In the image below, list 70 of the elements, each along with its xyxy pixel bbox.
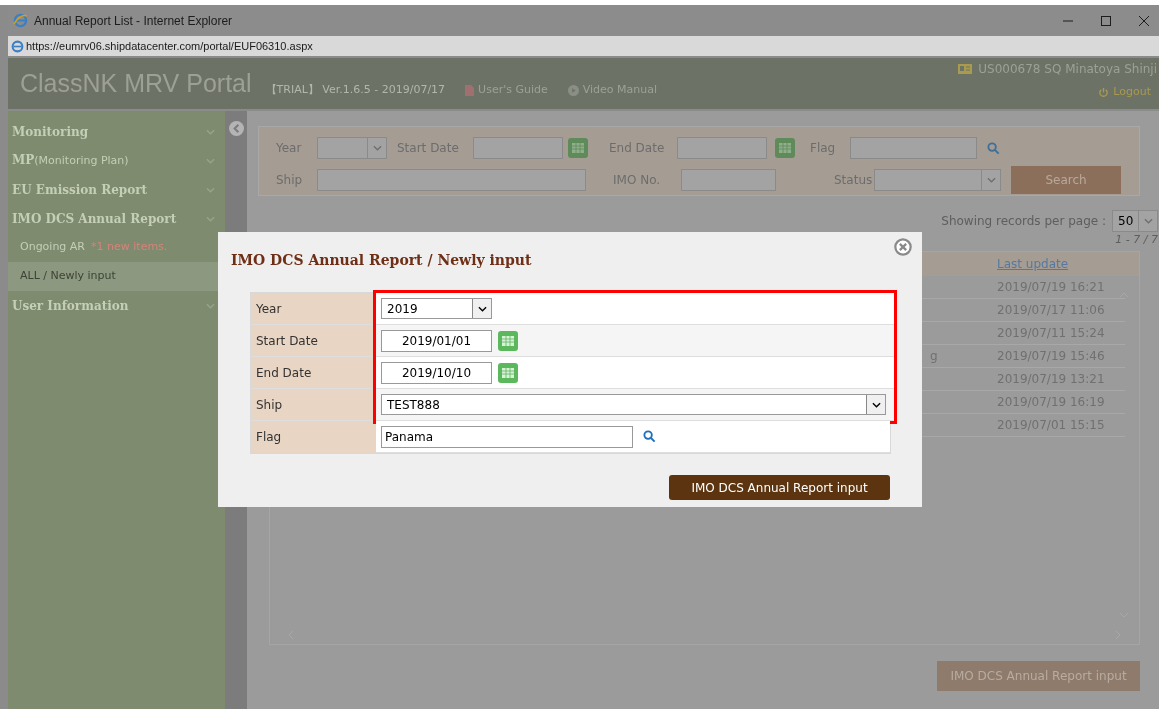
select-value: 50 xyxy=(1117,213,1134,230)
input-field[interactable] xyxy=(850,137,977,159)
document-icon xyxy=(465,85,475,96)
field-label: Year xyxy=(251,293,376,325)
chevron-down-icon xyxy=(477,305,487,312)
chevron-down-icon xyxy=(206,186,215,193)
sidebar-section[interactable]: MP(Monitoring Plan) xyxy=(8,146,225,175)
record-range: 1 - 7 / 7 xyxy=(1115,232,1158,248)
field-label: Start Date xyxy=(397,140,460,157)
window-title: Annual Report List - Internet Explorer xyxy=(34,12,233,30)
field-label: Flag xyxy=(251,421,376,453)
sidebar-section[interactable]: IMO DCS Annual Report xyxy=(8,204,225,233)
calendar-icon[interactable] xyxy=(498,330,518,351)
chevron-down-icon xyxy=(206,215,215,222)
field-label: End Date xyxy=(251,357,376,389)
sidebar-section[interactable]: EU Emission Report xyxy=(8,175,225,204)
input-field[interactable] xyxy=(473,137,563,159)
chevron-down-icon xyxy=(206,128,215,135)
chevron-down-icon xyxy=(206,157,215,164)
id-card-icon xyxy=(958,64,973,74)
input-field[interactable] xyxy=(681,169,776,191)
last-update-header[interactable]: Last update xyxy=(997,254,1069,273)
browser-icon xyxy=(11,39,24,53)
chevron-down-icon xyxy=(871,401,881,408)
version-text: 【TRIAL】 Ver.1.6.5 - 2019/07/17 xyxy=(265,82,446,99)
input-field[interactable] xyxy=(677,137,767,159)
dialog-title: IMO DCS Annual Report / Newly input xyxy=(231,251,532,270)
address-bar[interactable]: https://eumrv06.shipdatacenter.com/portal/EUF06310.aspx xyxy=(8,36,1159,56)
search-icon[interactable] xyxy=(643,430,656,443)
field-label: Year xyxy=(276,140,303,157)
field-label: Ship xyxy=(276,172,304,189)
power-icon xyxy=(1098,86,1110,98)
sidebar-section[interactable]: User Information xyxy=(8,291,225,320)
report-input-button[interactable]: IMO DCS Annual Report input xyxy=(669,475,890,500)
flag-field[interactable]: Panama xyxy=(381,425,633,448)
close-icon[interactable] xyxy=(894,238,912,256)
close-icon[interactable] xyxy=(1139,15,1149,26)
browser-icon xyxy=(13,13,28,28)
sidebar-section[interactable]: Monitoring xyxy=(8,117,225,146)
chevron-down-icon xyxy=(1143,218,1153,224)
field-label: Status xyxy=(834,172,874,189)
date-field[interactable]: 2019/10/10 xyxy=(381,361,492,384)
input-field[interactable] xyxy=(317,169,586,191)
per-page-select[interactable]: 50 xyxy=(1112,210,1158,232)
calendar-icon[interactable] xyxy=(775,138,795,158)
play-icon xyxy=(567,85,579,96)
field-label: Flag xyxy=(810,140,837,157)
year-select[interactable]: 2019 xyxy=(381,298,492,319)
url-text: https://eumrv06.shipdatacenter.com/portal/EUF06310.aspx xyxy=(26,38,313,54)
chevron-down-icon xyxy=(986,177,996,183)
new-items-label: *1 new items. xyxy=(91,239,168,256)
year-select[interactable] xyxy=(317,137,387,159)
ship-select[interactable]: TEST888 xyxy=(381,394,886,415)
select-value: 2019 xyxy=(386,300,418,318)
maximize-icon[interactable] xyxy=(1101,15,1111,26)
field-label: Start Date xyxy=(251,325,376,357)
search-button[interactable]: Search xyxy=(1011,166,1121,194)
logout-link[interactable]: Logout xyxy=(1098,84,1157,101)
calendar-icon[interactable] xyxy=(498,362,518,383)
chevron-down-icon xyxy=(206,302,215,309)
records-per-page-label: Showing records per page : xyxy=(941,213,1106,230)
status-select[interactable] xyxy=(874,169,1001,191)
select-value: TEST888 xyxy=(386,396,440,414)
chevron-down-icon xyxy=(372,145,382,151)
date-field[interactable]: 2019/01/01 xyxy=(381,329,492,352)
calendar-icon[interactable] xyxy=(568,138,588,158)
field-label: IMO No. xyxy=(613,172,662,189)
field-label: End Date xyxy=(609,140,666,157)
collapse-icon[interactable] xyxy=(228,121,244,136)
field-label: Ship xyxy=(251,389,376,421)
